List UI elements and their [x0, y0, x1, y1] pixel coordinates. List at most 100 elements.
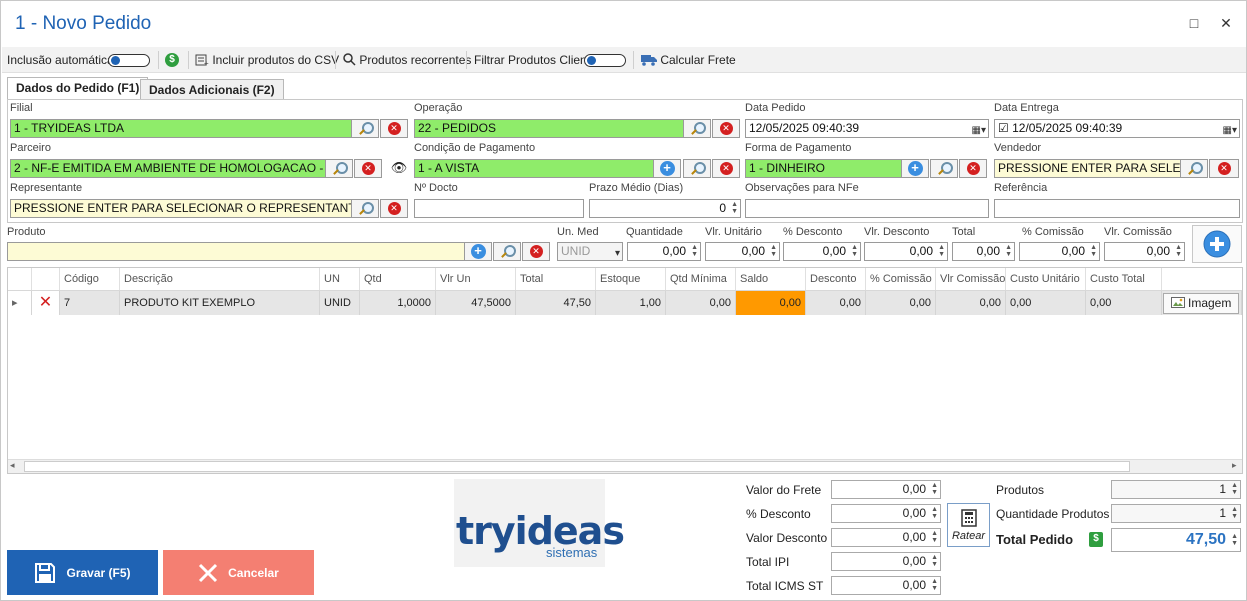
total-icms-field[interactable]: 0,00 ▲ ▼	[831, 576, 941, 595]
horizontal-scrollbar[interactable]: ◂ ▸	[8, 459, 1242, 473]
qtd-produtos-field[interactable]: 1 ▲ ▼	[1111, 504, 1241, 523]
cell-vlr-un[interactable]: 47,5000	[436, 291, 516, 315]
operacao-search-button[interactable]	[683, 119, 711, 138]
spinner-icon[interactable]: ▲ ▼	[731, 201, 738, 215]
valor-desconto-field[interactable]: 0,00 ▲ ▼	[831, 528, 941, 547]
total-field[interactable]: 0,00 ▲ ▼	[952, 242, 1015, 261]
col-custo-unitario[interactable]: Custo Unitário	[1006, 268, 1086, 290]
scroll-left-icon[interactable]: ◂	[10, 460, 15, 471]
cell-qtd[interactable]: 1,0000	[360, 291, 436, 315]
total-ipi-field[interactable]: 0,00 ▲ ▼	[831, 552, 941, 571]
quantidade-field[interactable]: 0,00 ▲ ▼	[627, 242, 701, 261]
cell-un[interactable]: UNID	[320, 291, 360, 315]
spinner-icon[interactable]: ▲ ▼	[1231, 506, 1238, 520]
pct-desconto-total-field[interactable]: 0,00 ▲ ▼	[831, 504, 941, 523]
cell-codigo[interactable]: 7	[60, 291, 120, 315]
parceiro-field[interactable]: 2 - NF-E EMITIDA EM AMBIENTE DE HOMOLOGA…	[10, 159, 326, 178]
valor-frete-field[interactable]: 0,00 ▲ ▼	[831, 480, 941, 499]
data-pedido-field[interactable]: 12/05/2025 09:40:39 ▦▾	[745, 119, 989, 138]
referencia-field[interactable]	[994, 199, 1240, 218]
filial-clear-button[interactable]: ✕	[380, 119, 408, 138]
save-button[interactable]: Gravar (F5)	[7, 550, 158, 595]
vendedor-field[interactable]: PRESSIONE ENTER PARA SELECIONAR	[994, 159, 1181, 178]
data-entrega-checkbox[interactable]: ☑	[998, 121, 1012, 135]
ratear-button[interactable]: Ratear	[947, 503, 990, 547]
scroll-right-icon[interactable]: ▸	[1232, 460, 1237, 471]
spinner-icon[interactable]: ▲ ▼	[1005, 244, 1012, 258]
col-desconto[interactable]: Desconto	[806, 268, 866, 290]
spinner-icon[interactable]: ▲ ▼	[931, 554, 938, 568]
representante-clear-button[interactable]: ✕	[380, 199, 408, 218]
eye-icon[interactable]: 👁	[388, 160, 410, 177]
col-qtd-minima[interactable]: Qtd Mínima	[666, 268, 736, 290]
spinner-icon[interactable]: ▲ ▼	[931, 530, 938, 544]
nro-docto-field[interactable]	[414, 199, 584, 218]
parceiro-search-button[interactable]	[325, 159, 353, 178]
col-vlr-comissao[interactable]: Vlr Comissão	[936, 268, 1006, 290]
pct-comissao-field[interactable]: 0,00 ▲ ▼	[1019, 242, 1100, 261]
data-entrega-field[interactable]: ☑ 12/05/2025 09:40:39 ▦▾	[994, 119, 1240, 138]
spinner-icon[interactable]: ▲ ▼	[770, 244, 777, 258]
spinner-icon[interactable]: ▲ ▼	[931, 482, 938, 496]
add-product-button[interactable]	[1192, 225, 1242, 263]
pct-desconto-field[interactable]: 0,00 ▲ ▼	[783, 242, 861, 261]
un-med-select[interactable]: UNID ▾	[557, 242, 623, 261]
col-qtd[interactable]: Qtd	[360, 268, 436, 290]
spinner-icon[interactable]: ▲ ▼	[691, 244, 698, 258]
forma-search-button[interactable]	[930, 159, 958, 178]
filial-search-button[interactable]	[351, 119, 379, 138]
produto-field[interactable]	[7, 242, 465, 261]
recurrent-products-button[interactable]: Produtos recorrentes	[343, 47, 471, 73]
scrollbar-thumb[interactable]	[24, 461, 1130, 472]
cell-custo-total[interactable]: 0,00	[1086, 291, 1162, 315]
obs-field[interactable]	[745, 199, 989, 218]
calendar-dropdown-icon[interactable]: ▦▾	[1223, 122, 1237, 137]
maximize-button[interactable]: □	[1184, 13, 1204, 33]
filter-client-toggle[interactable]	[584, 54, 626, 67]
cancel-button[interactable]: Cancelar	[163, 550, 314, 595]
cell-total[interactable]: 47,50	[516, 291, 596, 315]
condicao-clear-button[interactable]: ✕	[712, 159, 740, 178]
spinner-icon[interactable]: ▲ ▼	[851, 244, 858, 258]
spinner-icon[interactable]: ▲ ▼	[1090, 244, 1097, 258]
col-custo-total[interactable]: Custo Total	[1086, 268, 1162, 290]
cell-custo-unitario[interactable]: 0,00	[1006, 291, 1086, 315]
representante-search-button[interactable]	[351, 199, 379, 218]
tab-order-data[interactable]: Dados do Pedido (F1)	[7, 77, 149, 100]
prazo-field[interactable]: 0 ▲ ▼	[589, 199, 741, 218]
cell-qtd-minima[interactable]: 0,00	[666, 291, 736, 315]
col-descricao[interactable]: Descrição	[120, 268, 320, 290]
calculate-freight-button[interactable]: Calcular Frete	[641, 47, 736, 73]
total-pedido-field[interactable]: 47,50 ▲ ▼	[1111, 528, 1241, 552]
spinner-icon[interactable]: ▲ ▼	[1175, 244, 1182, 258]
csv-import-button[interactable]: + Incluir produtos do CSV	[195, 47, 339, 73]
tab-additional-data[interactable]: Dados Adicionais (F2)	[140, 79, 284, 100]
col-pct-comissao[interactable]: % Comissão	[866, 268, 936, 290]
delete-row-icon[interactable]: ✕	[32, 291, 60, 315]
cell-pct-comissao[interactable]: 0,00	[866, 291, 936, 315]
spinner-icon[interactable]: ▲ ▼	[1231, 482, 1238, 496]
vendedor-search-button[interactable]	[1180, 159, 1208, 178]
condicao-search-button[interactable]	[683, 159, 711, 178]
col-vlr-un[interactable]: Vlr Un	[436, 268, 516, 290]
parceiro-clear-button[interactable]: ✕	[354, 159, 382, 178]
col-estoque[interactable]: Estoque	[596, 268, 666, 290]
cell-vlr-comissao[interactable]: 0,00	[936, 291, 1006, 315]
forma-clear-button[interactable]: ✕	[959, 159, 987, 178]
col-total[interactable]: Total	[516, 268, 596, 290]
col-un[interactable]: UN	[320, 268, 360, 290]
close-button[interactable]: ✕	[1216, 13, 1236, 33]
vlr-desconto-field[interactable]: 0,00 ▲ ▼	[864, 242, 948, 261]
spinner-icon[interactable]: ▲ ▼	[938, 244, 945, 258]
filial-field[interactable]: 1 - TRYIDEAS LTDA	[10, 119, 352, 138]
operacao-clear-button[interactable]: ✕	[712, 119, 740, 138]
cell-estoque[interactable]: 1,00	[596, 291, 666, 315]
produto-clear-button[interactable]: ✕	[522, 242, 550, 261]
representante-field[interactable]: PRESSIONE ENTER PARA SELECIONAR O REPRES…	[10, 199, 352, 218]
cell-desconto[interactable]: 0,00	[806, 291, 866, 315]
vlr-unitario-field[interactable]: 0,00 ▲ ▼	[705, 242, 780, 261]
forma-field[interactable]: 1 - DINHEIRO	[745, 159, 902, 178]
produto-search-button[interactable]	[493, 242, 521, 261]
spinner-icon[interactable]: ▲ ▼	[931, 506, 938, 520]
vlr-comissao-field[interactable]: 0,00 ▲ ▼	[1104, 242, 1185, 261]
